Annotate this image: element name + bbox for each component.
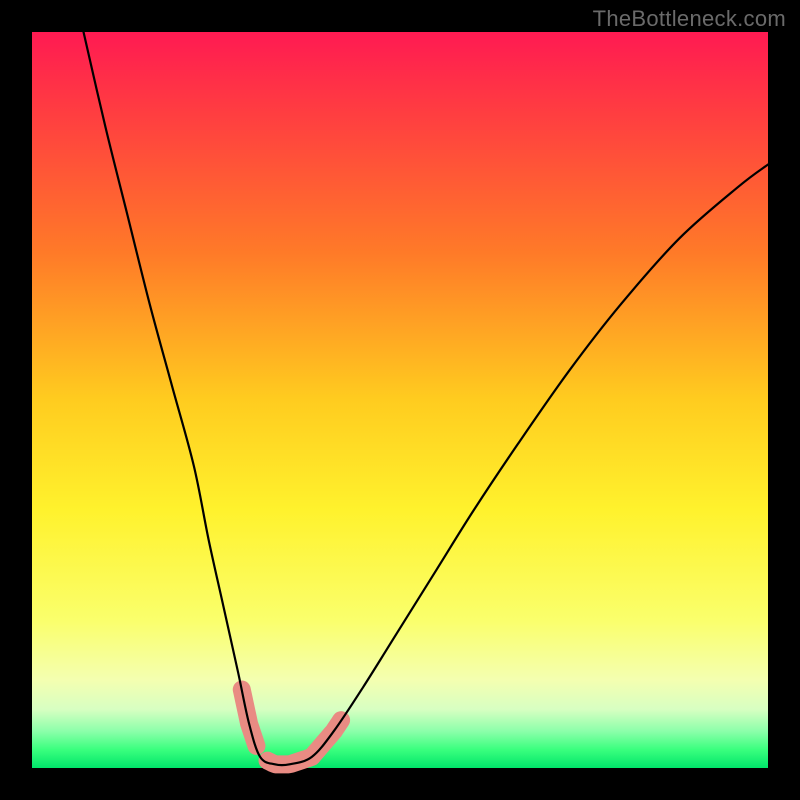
chart-stage: TheBottleneck.com [0, 0, 800, 800]
gradient-plot-area [32, 32, 768, 768]
watermark-text: TheBottleneck.com [593, 6, 786, 32]
chart-canvas [0, 0, 800, 800]
